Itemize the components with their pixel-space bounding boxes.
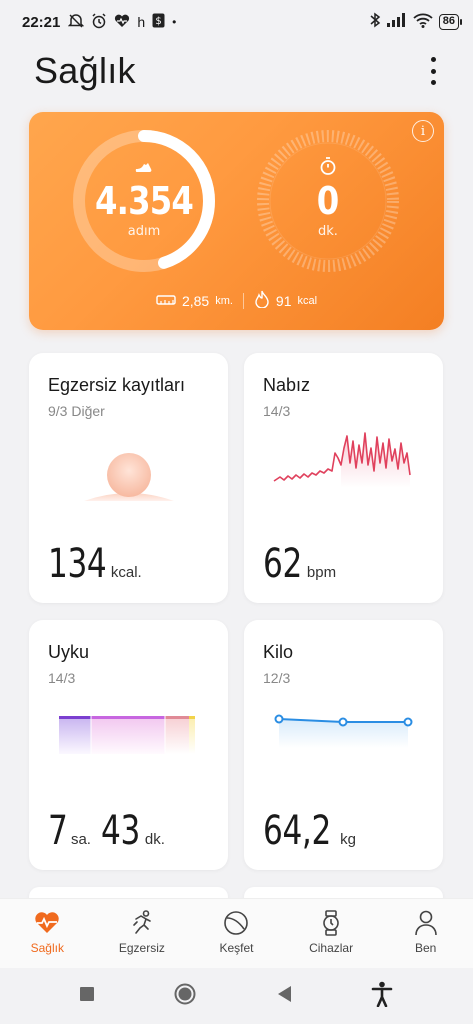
dot-icon: • (172, 15, 177, 29)
exercise-records-tile[interactable]: Egzersiz kayıtları 9/3 Diğer 134 kcal. (29, 353, 228, 603)
health-heart-icon (114, 14, 130, 31)
app-header: Sağlık (0, 44, 473, 102)
status-time: 22:21 (22, 13, 61, 31)
nav-item-exercise[interactable]: Egzersiz (97, 909, 187, 955)
sleep-minutes-value: 43 (100, 808, 140, 854)
weight-unit: kg (340, 831, 356, 848)
recent-apps-button[interactable] (79, 986, 95, 1007)
activity-summary-card[interactable]: i 4.354 adım 0 dk. 2,85 km. 91 kcal (29, 112, 444, 330)
heart-pulse-icon (35, 912, 59, 933)
nav-item-health[interactable]: Sağlık (2, 909, 92, 955)
sleep-hours-value: 7 (48, 808, 68, 854)
calories-value: 91 (275, 292, 292, 309)
mute-icon (68, 13, 85, 31)
running-icon (133, 910, 151, 934)
page-title: Sağlık (34, 50, 136, 91)
sleep-hours-unit: sa. (70, 831, 91, 848)
weight-tile[interactable]: Kilo 12/3 64,2 kg (244, 620, 443, 870)
watch-icon (323, 910, 339, 936)
weight-point (403, 717, 413, 727)
alarm-icon (91, 12, 107, 32)
wifi-icon (413, 13, 433, 32)
exercise-minutes-value: 0 (316, 179, 340, 223)
sleep-tile[interactable]: Uyku 14/3 7 sa. 43 dk. (29, 620, 228, 870)
steps-ring: 4.354 adım (69, 126, 219, 276)
steps-value: 4.354 (95, 179, 194, 223)
weight-value: 64,2 (263, 808, 331, 854)
nav-item-me[interactable]: Ben (381, 909, 471, 955)
svg-text:$: $ (155, 16, 161, 27)
nav-item-discover[interactable]: Keşfet (191, 909, 281, 955)
heart-rate-tile[interactable]: Nabız 14/3 62 bpm (244, 353, 443, 603)
heart-rate-value: 62 (263, 541, 302, 587)
home-button[interactable] (173, 982, 197, 1011)
back-button[interactable] (276, 985, 292, 1008)
exercise-minutes-ring: 0 dk. (253, 126, 403, 276)
system-navigation-bar (0, 968, 473, 1024)
nav-label: Egzersiz (118, 941, 165, 955)
calories-stat: 91 kcal (254, 290, 317, 311)
shoe-icon (134, 156, 154, 176)
discover-icon (224, 911, 249, 935)
accessibility-icon[interactable] (370, 981, 394, 1012)
nav-label: Cihazlar (309, 941, 354, 955)
heart-rate-unit: bpm (306, 564, 337, 581)
flame-icon (254, 290, 270, 311)
signal-icon (386, 13, 407, 31)
info-icon[interactable]: i (412, 120, 434, 142)
nav-label: Ben (414, 941, 437, 955)
nav-label: Sağlık (30, 941, 64, 955)
distance-stat: 2,85 km. (156, 293, 233, 309)
status-bar: 22:21 h $ • 86 (0, 0, 473, 44)
distance-value: 2,85 (181, 292, 210, 309)
exercise-calories-value: 134 (48, 541, 107, 587)
footer-divider (242, 292, 244, 309)
notification-h: h (137, 14, 146, 30)
sleep-minutes-unit: dk. (144, 831, 165, 848)
more-options-button[interactable] (423, 54, 443, 88)
weight-point (274, 714, 284, 724)
person-icon (414, 910, 437, 936)
ruler-icon (156, 293, 176, 309)
weight-point (338, 717, 348, 727)
distance-unit: km. (215, 294, 233, 307)
bottom-navigation: Sağlık Egzersiz Keşfet Cihazlar Ben (0, 898, 473, 968)
nav-item-devices[interactable]: Cihazlar (286, 909, 376, 955)
battery-indicator: 86 (438, 14, 463, 30)
bluetooth-icon (369, 12, 381, 32)
exercise-minutes-unit: dk. (318, 224, 338, 239)
steps-unit: adım (127, 224, 161, 239)
nav-label: Keşfet (219, 941, 254, 955)
stopwatch-icon (318, 156, 338, 176)
dollar-app-icon: $ (152, 13, 165, 31)
calories-unit: kcal (297, 294, 318, 307)
exercise-calories-unit: kcal. (110, 564, 142, 581)
